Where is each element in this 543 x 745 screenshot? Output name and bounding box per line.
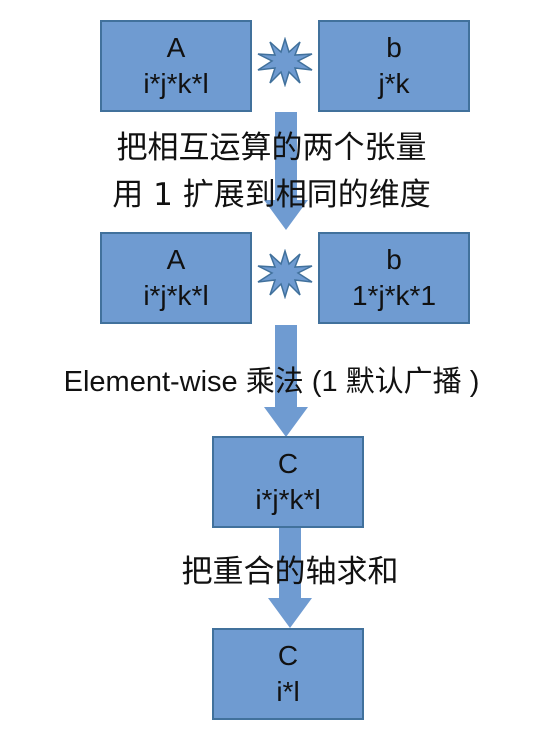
tensor-b-box: b j*k xyxy=(318,20,470,112)
tensor-name: b xyxy=(386,32,402,63)
tensor-shape: i*l xyxy=(276,676,300,707)
tensor-name: C xyxy=(277,448,299,479)
step2-caption: Element-wise 乘法 (1 默认广播 ) xyxy=(63,366,480,398)
tensor-name: A xyxy=(166,244,186,275)
tensor-shape: i*j*k*l xyxy=(255,484,321,515)
step1-caption-line2: 用 1 扩展到相同的维度 xyxy=(112,177,431,213)
tensor-c-result-box: C i*l xyxy=(212,628,364,720)
tensor-shape: i*j*k*l xyxy=(143,280,209,311)
tensor-a-box: A i*j*k*l xyxy=(100,232,252,324)
star-burst-icon xyxy=(257,37,313,87)
tensor-name: A xyxy=(166,32,186,63)
step1-caption-line1: 把相互运算的两个张量 xyxy=(116,130,427,166)
tensor-name: C xyxy=(277,640,299,671)
tensor-name: b xyxy=(386,244,402,275)
tensor-shape: 1*j*k*1 xyxy=(351,280,437,311)
tensor-a-box: A i*j*k*l xyxy=(100,20,252,112)
tensor-b-box: b 1*j*k*1 xyxy=(318,232,470,324)
tensor-shape: i*j*k*l xyxy=(143,68,209,99)
tensor-shape: j*k xyxy=(378,68,410,99)
tensor-c-box: C i*j*k*l xyxy=(212,436,364,528)
star-burst-icon xyxy=(257,249,313,299)
step3-caption: 把重合的轴求和 xyxy=(181,554,399,590)
